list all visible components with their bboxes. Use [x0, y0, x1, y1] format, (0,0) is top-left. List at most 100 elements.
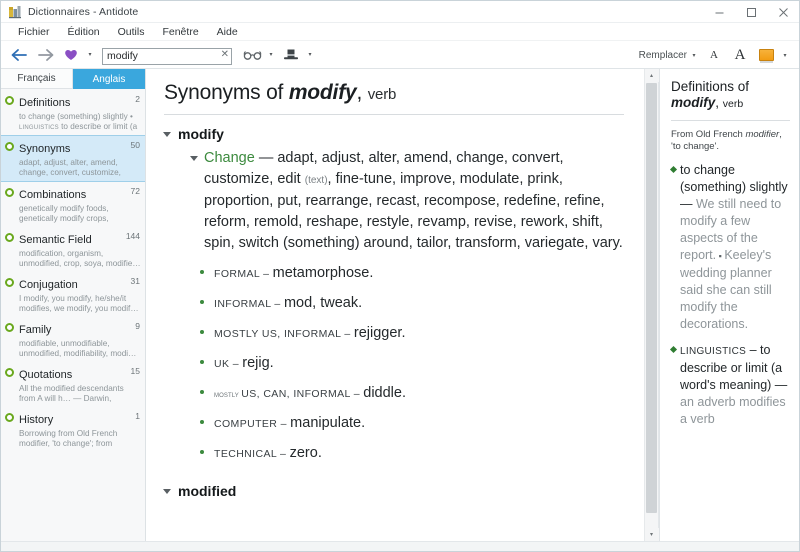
clear-search-icon[interactable]: ✕: [221, 47, 229, 62]
menu-edition[interactable]: Édition: [59, 23, 109, 41]
maximize-button[interactable]: [735, 1, 767, 23]
purple-heart-icon[interactable]: [59, 43, 83, 67]
minimize-button[interactable]: [703, 1, 735, 23]
menu-bar: Fichier Édition Outils Fenêtre Aide: [1, 23, 799, 41]
replacer-caret-icon[interactable]: ▾: [689, 43, 699, 67]
decrease-font-button[interactable]: A: [702, 43, 726, 67]
status-dot-icon: [5, 413, 14, 422]
usage-label: COMPUTER: [214, 418, 278, 430]
desc-line-2: from A will h… — Darwin, Charles: [19, 393, 112, 403]
menu-fenetre[interactable]: Fenêtre: [153, 23, 207, 41]
sidebar-item-synonyms[interactable]: Synonyms 50 adapt, adjust, alter, amend,…: [1, 135, 145, 182]
entry-heading-modified[interactable]: modified: [163, 483, 624, 499]
usage-dash: –: [271, 298, 284, 310]
menu-aide[interactable]: Aide: [208, 23, 247, 41]
sidebar-item-desc: Borrowing from Old French modifier, 'to …: [19, 429, 141, 448]
sidebar-item-label: Synonyms: [19, 143, 71, 155]
sidebar-item-history[interactable]: History 1 Borrowing from Old French modi…: [1, 407, 145, 452]
desc-line-1: genetically modify foods,: [19, 204, 109, 213]
scrollbar-thumb[interactable]: [646, 83, 657, 513]
collapse-triangle-icon[interactable]: [190, 156, 198, 164]
glasses-caret-icon[interactable]: ▾: [266, 43, 276, 67]
hat-caret-icon[interactable]: ▾: [305, 43, 315, 67]
collapse-triangle-icon[interactable]: [163, 132, 171, 140]
desc-line-1: adapt, adjust, alter, amend,: [19, 158, 118, 167]
menu-fichier[interactable]: Fichier: [9, 23, 59, 41]
status-dot-icon: [5, 233, 14, 242]
bullet-icon: [200, 330, 204, 334]
entry-heading-label: modify: [178, 126, 224, 142]
glasses-icon[interactable]: [240, 43, 264, 67]
bullet-icon: [200, 360, 204, 364]
sidebar-item-count: 72: [130, 186, 140, 196]
sidebar-item-semantic-field[interactable]: Semantic Field 144 modification, organis…: [1, 227, 145, 272]
scrollbar-track[interactable]: [645, 513, 659, 528]
bullet-icon: [200, 450, 204, 454]
list-item: COMPUTER – manipulate.: [200, 414, 624, 433]
replacer-button[interactable]: Remplacer: [639, 50, 687, 61]
sidebar-item-combinations[interactable]: Combinations 72 genetically modify foods…: [1, 182, 145, 227]
highlight-color-icon[interactable]: [754, 43, 778, 67]
sidebar-list: Definitions 2 to change (something) slig…: [1, 89, 145, 541]
forward-arrow-icon[interactable]: [33, 43, 57, 67]
sidebar-item-quotations[interactable]: Quotations 15 All the modified descendan…: [1, 362, 145, 407]
desc-line-2: modifies, we modify, you modif…: [19, 303, 139, 313]
tab-anglais[interactable]: Anglais: [73, 69, 145, 89]
desc-line-1: I modify, you modify, he/she/it: [19, 294, 127, 303]
status-dot-icon: [5, 323, 14, 332]
sense-dash: —: [254, 150, 278, 166]
collapse-triangle-icon[interactable]: [163, 489, 171, 497]
desc-line-1: modifiable, unmodifiable,: [19, 339, 110, 348]
page-title-comma: ,: [356, 81, 368, 104]
sidebar-item-label: Conjugation: [19, 279, 78, 291]
sense-label[interactable]: Change: [204, 150, 255, 166]
search-input[interactable]: [102, 47, 232, 65]
top-hat-icon[interactable]: [279, 43, 303, 67]
definition-entry: to change (something) slightly — We stil…: [669, 162, 790, 333]
highlight-caret-icon[interactable]: ▾: [780, 43, 790, 67]
page-title: Synonyms of modify, verb: [164, 81, 624, 105]
window-controls: [703, 1, 799, 23]
panel-title-pos: verb: [722, 98, 744, 110]
desc-line-2: change, convert, customize, edit…: [19, 167, 121, 177]
panel-title: Definitions of modify, verb: [671, 79, 790, 112]
sidebar-item-conjugation[interactable]: Conjugation 31 I modify, you modify, he/…: [1, 272, 145, 317]
etymology-note: From Old French modifier, 'to change'.: [671, 129, 790, 153]
usage-label: INFORMAL: [214, 298, 272, 310]
sidebar-item-count: 1: [135, 411, 140, 421]
bullet-icon: [200, 420, 204, 424]
window-title: Dictionnaires - Antidote: [28, 5, 139, 18]
increase-font-button[interactable]: A: [728, 43, 752, 67]
panel-title-comma: ,: [715, 95, 723, 110]
desc-line-2: genetically modify crops, geneti…: [19, 213, 109, 223]
usage-label: US, CAN, INFORMAL: [241, 388, 351, 400]
scroll-up-arrow-icon[interactable]: ▴: [644, 69, 659, 82]
tab-francais[interactable]: Français: [1, 69, 73, 89]
desc-line-1: modification, organism,: [19, 249, 104, 258]
sidebar-item-desc: adapt, adjust, alter, amend, change, con…: [19, 158, 141, 177]
scroll-down-arrow-icon[interactable]: ▾: [644, 528, 659, 541]
main-vertical-scrollbar[interactable]: ▴ ▾: [644, 69, 659, 541]
desc-line-1: to change (something) slightly •: [19, 112, 133, 121]
sidebar-item-count: 9: [135, 321, 140, 331]
status-dot-icon: [5, 368, 14, 377]
sidebar-item-desc: modification, organism, unmodified, crop…: [19, 249, 141, 268]
sidebar-item-desc: I modify, you modify, he/she/it modifies…: [19, 294, 141, 313]
favorites-caret-icon[interactable]: ▾: [85, 43, 95, 67]
back-arrow-icon[interactable]: [7, 43, 31, 67]
search-box: ✕: [102, 46, 232, 65]
close-button[interactable]: [767, 1, 799, 23]
synonym-words: manipulate.: [290, 415, 366, 431]
sidebar-item-definitions[interactable]: Definitions 2 to change (something) slig…: [1, 90, 145, 135]
sidebar-item-family[interactable]: Family 9 modifiable, unmodifiable, unmod…: [1, 317, 145, 362]
status-dot-icon: [5, 142, 14, 151]
synonym-words: metamorphose.: [272, 265, 374, 281]
sidebar-item-label: History: [19, 414, 54, 426]
diamond-bullet-icon: [669, 345, 678, 354]
menu-outils[interactable]: Outils: [109, 23, 154, 41]
list-item: FORMAL – metamorphose.: [200, 264, 624, 283]
etym-source-word: modifier: [745, 129, 780, 140]
toolbar: ▾ ✕ ▾ ▾ Remplacer ▾ A: [1, 41, 799, 69]
sidebar-item-label: Family: [19, 324, 52, 336]
entry-heading-modify[interactable]: modify: [163, 126, 624, 142]
